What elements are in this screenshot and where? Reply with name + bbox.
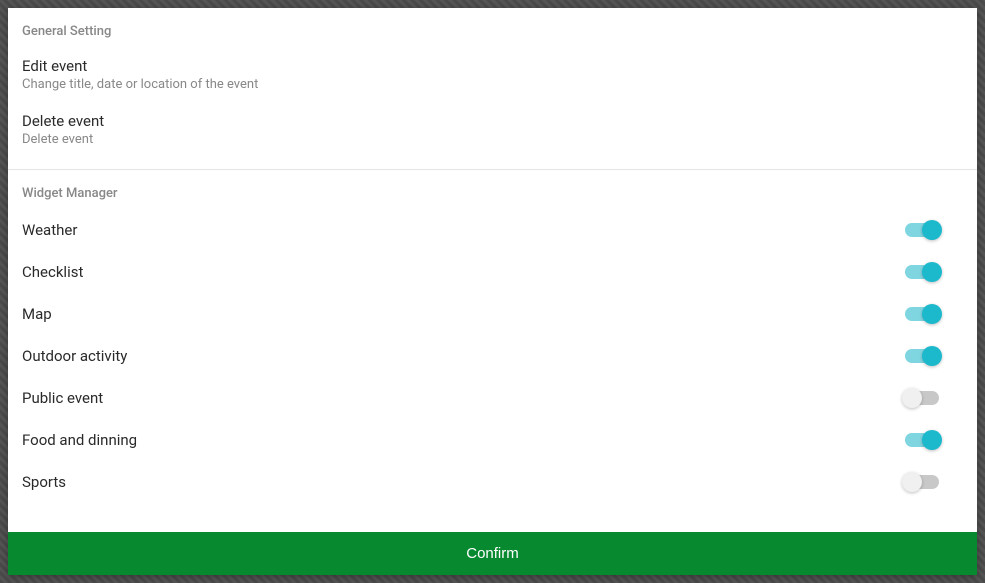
widget-label: Map xyxy=(22,305,52,323)
widget-label: Outdoor activity xyxy=(22,347,127,365)
edit-event-item[interactable]: Edit event Change title, date or locatio… xyxy=(8,47,977,102)
toggle-knob xyxy=(902,388,922,408)
widget-label: Checklist xyxy=(22,263,83,281)
settings-dialog: General Setting Edit event Change title,… xyxy=(8,8,977,575)
widget-row-sports: Sports xyxy=(8,461,977,503)
edit-event-subtitle: Change title, date or location of the ev… xyxy=(22,77,963,92)
widget-row-food: Food and dinning xyxy=(8,419,977,461)
public-event-toggle[interactable] xyxy=(905,391,939,405)
widget-row-public-event: Public event xyxy=(8,377,977,419)
toggle-knob xyxy=(922,220,942,240)
toggle-knob xyxy=(922,304,942,324)
map-toggle[interactable] xyxy=(905,307,939,321)
toggle-knob xyxy=(902,472,922,492)
edit-event-title: Edit event xyxy=(22,57,963,75)
food-dining-toggle[interactable] xyxy=(905,433,939,447)
confirm-button[interactable]: Confirm xyxy=(8,532,977,575)
widget-row-checklist: Checklist xyxy=(8,251,977,293)
sports-toggle[interactable] xyxy=(905,475,939,489)
widget-label: Food and dinning xyxy=(22,431,137,449)
widget-row-outdoor: Outdoor activity xyxy=(8,335,977,377)
widget-section-header: Widget Manager xyxy=(8,170,977,209)
widget-label: Sports xyxy=(22,473,66,491)
delete-event-item[interactable]: Delete event Delete event xyxy=(8,102,977,157)
checklist-toggle[interactable] xyxy=(905,265,939,279)
widget-label: Weather xyxy=(22,221,77,239)
dialog-content: General Setting Edit event Change title,… xyxy=(8,8,977,532)
weather-toggle[interactable] xyxy=(905,223,939,237)
toggle-knob xyxy=(922,262,942,282)
widget-row-weather: Weather xyxy=(8,209,977,251)
general-section-header: General Setting xyxy=(8,8,977,47)
delete-event-title: Delete event xyxy=(22,112,963,130)
toggle-knob xyxy=(922,430,942,450)
toggle-knob xyxy=(922,346,942,366)
outdoor-activity-toggle[interactable] xyxy=(905,349,939,363)
widget-label: Public event xyxy=(22,389,103,407)
widget-row-map: Map xyxy=(8,293,977,335)
delete-event-subtitle: Delete event xyxy=(22,132,963,147)
